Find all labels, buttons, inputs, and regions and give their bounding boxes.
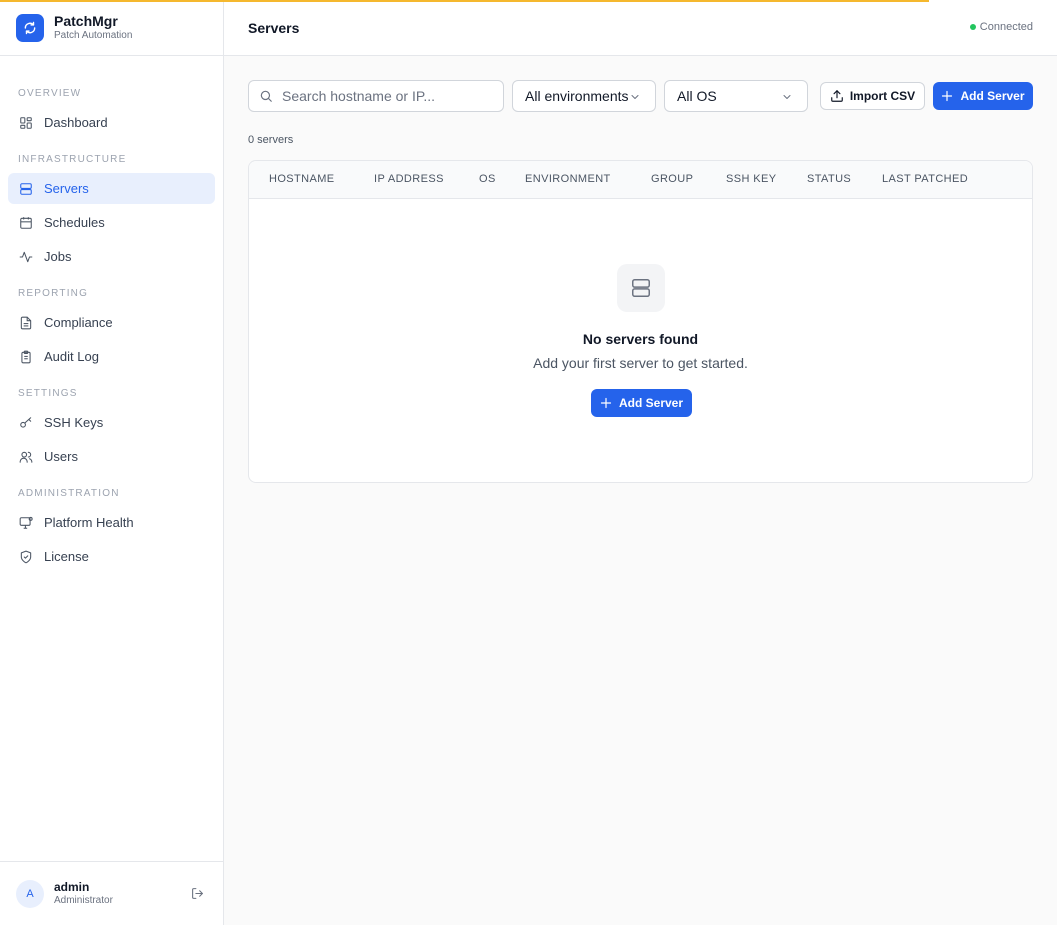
server-icon	[18, 181, 34, 197]
environment-select[interactable]: All environments	[512, 80, 656, 112]
connection-status: Connected	[969, 21, 1033, 33]
nav-section-settings: SETTINGS	[18, 388, 78, 399]
environment-select-value: All environments	[525, 88, 629, 104]
sidebar-item-dashboard[interactable]: Dashboard	[8, 107, 215, 138]
empty-add-server-label: Add Server	[618, 396, 684, 410]
calendar-icon	[18, 215, 34, 231]
import-csv-label: Import CSV	[849, 89, 916, 103]
empty-add-server-button[interactable]: Add Server	[591, 389, 692, 417]
refresh-icon	[16, 13, 44, 42]
status-dot-icon	[969, 24, 976, 30]
empty-state: No servers found Add your first server t…	[249, 199, 1032, 482]
user-role: Administrator	[54, 895, 113, 906]
sidebar-item-label: Audit Log	[44, 349, 99, 364]
nav-section-administration: ADMINISTRATION	[18, 488, 120, 499]
add-server-label: Add Server	[960, 89, 1025, 103]
os-select[interactable]: All OS	[664, 80, 808, 112]
document-icon	[18, 315, 34, 331]
sidebar-item-jobs[interactable]: Jobs	[8, 241, 215, 272]
os-select-value: All OS	[677, 88, 717, 104]
column-header-status[interactable]: STATUS	[807, 173, 851, 185]
clipboard-icon	[18, 349, 34, 365]
column-header-hostname[interactable]: HOSTNAME	[269, 173, 335, 185]
empty-state-title: No servers found	[582, 331, 699, 347]
sidebar-item-label: SSH Keys	[44, 415, 104, 430]
sidebar-item-ssh-keys[interactable]: SSH Keys	[8, 407, 215, 438]
column-header-environment[interactable]: ENVIRONMENT	[525, 173, 611, 185]
toolbar: All environments All OS Import CSV Add S…	[248, 80, 1033, 112]
loading-progress-bar	[0, 0, 929, 2]
nav-section-reporting: REPORTING	[18, 288, 89, 299]
brand: PatchMgr Patch Automation	[0, 0, 223, 56]
monitor-icon	[18, 515, 34, 531]
app-name: PatchMgr	[54, 13, 118, 29]
search-icon	[259, 89, 273, 103]
add-server-button[interactable]: Add Server	[933, 82, 1033, 110]
sidebar-item-label: Platform Health	[44, 515, 134, 530]
avatar: A	[16, 879, 44, 908]
column-header-ip-address[interactable]: IP ADDRESS	[374, 173, 444, 185]
column-header-last-patched[interactable]: LAST PATCHED	[882, 173, 968, 185]
sidebar-item-platform-health[interactable]: Platform Health	[8, 507, 215, 538]
empty-state-subtitle: Add your first server to get started.	[533, 355, 748, 371]
plus-icon	[600, 397, 612, 409]
search-box	[248, 80, 504, 112]
key-icon	[18, 415, 34, 431]
users-icon	[18, 449, 34, 465]
sidebar-item-compliance[interactable]: Compliance	[8, 307, 215, 338]
sidebar-item-label: Jobs	[44, 249, 72, 264]
sidebar-item-label: Dashboard	[44, 115, 108, 130]
sidebar-item-label: Users	[44, 449, 78, 464]
app-subtitle: Patch Automation	[54, 30, 133, 41]
chevron-down-icon	[629, 91, 641, 103]
import-csv-button[interactable]: Import CSV	[820, 82, 925, 110]
nav-section-overview: OVERVIEW	[18, 88, 82, 99]
logout-icon[interactable]	[189, 886, 205, 902]
sidebar-item-license[interactable]: License	[8, 541, 215, 572]
user-name: admin	[54, 880, 90, 894]
sidebar-item-audit-log[interactable]: Audit Log	[8, 341, 215, 372]
sidebar-nav: OVERVIEW Dashboard INFRASTRUCTURE Server…	[0, 56, 223, 572]
user-panel: A admin Administrator	[0, 861, 223, 925]
chevron-down-icon	[781, 91, 793, 103]
activity-icon	[18, 249, 34, 265]
column-header-group[interactable]: GROUP	[651, 173, 693, 185]
sidebar: PatchMgr Patch Automation OVERVIEW Dashb…	[0, 0, 224, 925]
column-header-ssh-key[interactable]: SSH KEY	[726, 173, 777, 185]
sidebar-item-servers[interactable]: Servers	[8, 173, 215, 204]
dashboard-icon	[18, 115, 34, 131]
servers-table: HOSTNAME IP ADDRESS OS ENVIRONMENT GROUP…	[248, 160, 1033, 483]
search-input[interactable]	[282, 88, 492, 104]
column-header-os[interactable]: OS	[479, 173, 496, 185]
table-header: HOSTNAME IP ADDRESS OS ENVIRONMENT GROUP…	[249, 161, 1032, 199]
sidebar-item-schedules[interactable]: Schedules	[8, 207, 215, 238]
server-icon	[617, 264, 665, 312]
page-title: Servers	[248, 19, 300, 36]
sidebar-item-label: Schedules	[44, 215, 105, 230]
upload-icon	[830, 89, 844, 103]
sidebar-item-users[interactable]: Users	[8, 441, 215, 472]
plus-icon	[941, 90, 953, 102]
sidebar-item-label: License	[44, 549, 89, 564]
connection-status-label: Connected	[979, 21, 1033, 33]
server-count: 0 servers	[248, 134, 294, 146]
sidebar-item-label: Compliance	[44, 315, 113, 330]
sidebar-item-label: Servers	[44, 181, 89, 196]
page-header: Servers Connected	[224, 0, 1057, 56]
shield-icon	[18, 549, 34, 565]
nav-section-infrastructure: INFRASTRUCTURE	[18, 154, 127, 165]
